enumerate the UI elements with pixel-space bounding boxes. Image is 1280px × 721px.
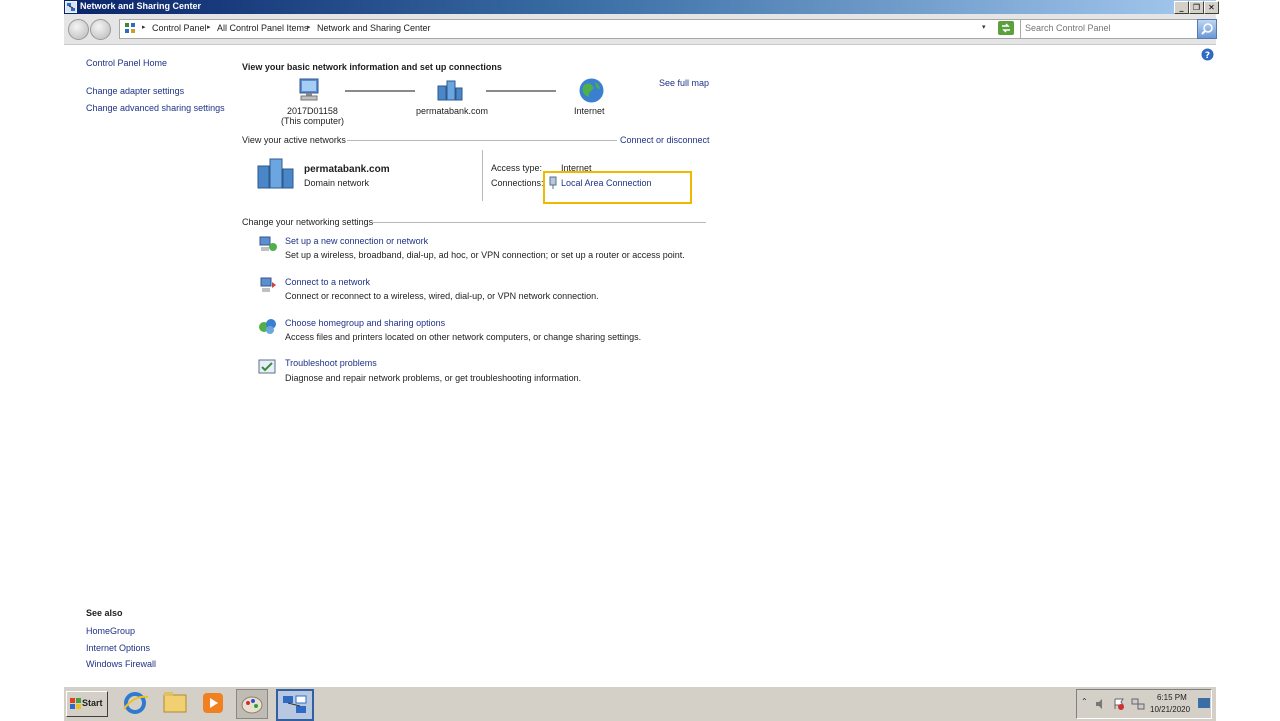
access-type-label: Access type: xyxy=(491,163,543,173)
change-adapter-settings-link[interactable]: Change adapter settings xyxy=(86,86,184,96)
internet-explorer-icon[interactable] xyxy=(120,689,150,717)
task-homegroup-desc: Access files and printers located on oth… xyxy=(285,332,642,342)
start-button[interactable]: Start xyxy=(66,691,108,717)
search-input[interactable] xyxy=(1021,20,1199,36)
computer-icon[interactable] xyxy=(296,78,324,102)
task-setup-connection-link[interactable]: Set up a new connection or network xyxy=(285,236,428,246)
task-troubleshoot-link[interactable]: Troubleshoot problems xyxy=(285,358,377,368)
windows-firewall-link[interactable]: Windows Firewall xyxy=(86,659,156,669)
computer-subtitle: (This computer) xyxy=(281,116,345,126)
active-network-name: permatabank.com xyxy=(304,164,390,175)
homegroup-link[interactable]: HomeGroup xyxy=(86,626,135,636)
section-divider xyxy=(373,222,706,223)
magnifier-icon xyxy=(1201,23,1213,35)
task-connect-network-link[interactable]: Connect to a network xyxy=(285,277,370,287)
system-tray: ⌃ 6:15 PM 10/21/2020 xyxy=(1076,689,1212,719)
see-also-heading: See also xyxy=(86,608,123,618)
control-panel-icon xyxy=(125,23,135,33)
task-homegroup-link[interactable]: Choose homegroup and sharing options xyxy=(285,318,445,328)
section-divider xyxy=(347,140,617,141)
close-button[interactable]: ✕ xyxy=(1204,1,1219,14)
task-troubleshoot-desc: Diagnose and repair network problems, or… xyxy=(285,373,582,383)
taskbar: Start ⌃ 6:15 PM 10/21/2020 xyxy=(64,686,1216,721)
window-title-bar[interactable]: Network and Sharing Center _ ❐ ✕ xyxy=(64,0,1219,14)
vertical-divider xyxy=(482,150,483,201)
breadcrumb-all-items[interactable]: All Control Panel Items xyxy=(217,23,309,33)
task-setup-connection-desc: Set up a wireless, broadband, dial-up, a… xyxy=(285,250,685,260)
address-toolbar: ▸ Control Panel ▸ All Control Panel Item… xyxy=(64,14,1217,45)
back-button[interactable] xyxy=(68,19,89,40)
chevron-right-icon[interactable]: ▸ xyxy=(307,23,311,31)
connect-or-disconnect-link[interactable]: Connect or disconnect xyxy=(620,135,710,145)
domain-network-icon[interactable] xyxy=(436,78,464,102)
chevron-right-icon[interactable]: ▸ xyxy=(142,23,146,31)
show-desktop-icon[interactable] xyxy=(1198,698,1210,708)
troubleshoot-icon xyxy=(258,359,276,374)
change-settings-heading: Change your networking settings xyxy=(242,217,374,227)
breadcrumb-network-center[interactable]: Network and Sharing Center xyxy=(317,23,431,33)
connection-line xyxy=(345,90,415,92)
control-panel-home-link[interactable]: Control Panel Home xyxy=(86,58,167,68)
connections-label: Connections: xyxy=(491,178,544,188)
internet-label: Internet xyxy=(574,106,605,116)
address-box[interactable]: ▸ Control Panel ▸ All Control Panel Item… xyxy=(119,19,1033,39)
svg-text:?: ? xyxy=(1205,51,1210,61)
internet-options-link[interactable]: Internet Options xyxy=(86,643,150,653)
start-label: Start xyxy=(82,698,103,708)
setup-connection-icon xyxy=(259,236,277,251)
globe-icon[interactable] xyxy=(578,77,605,104)
task-connect-network-desc: Connect or reconnect to a wireless, wire… xyxy=(285,291,599,301)
active-networks-heading: View your active networks xyxy=(242,135,346,145)
refresh-icon[interactable] xyxy=(998,21,1014,35)
network-center-icon xyxy=(65,1,77,13)
action-center-icon[interactable] xyxy=(1113,698,1125,710)
search-icon[interactable] xyxy=(1197,19,1217,39)
breadcrumb-control-panel[interactable]: Control Panel xyxy=(152,23,207,33)
chevron-down-icon[interactable]: ▾ xyxy=(982,23,986,31)
page-heading: View your basic network information and … xyxy=(242,62,502,72)
domain-network-icon xyxy=(257,158,294,189)
active-network-type: Domain network xyxy=(304,178,370,188)
minimize-button[interactable]: _ xyxy=(1174,1,1189,14)
network-center-taskbar-icon[interactable] xyxy=(276,689,314,721)
paint-icon[interactable] xyxy=(236,689,268,719)
highlight-box xyxy=(543,171,692,204)
change-advanced-sharing-link[interactable]: Change advanced sharing settings xyxy=(86,103,225,113)
clock-date[interactable]: 10/21/2020 xyxy=(1150,705,1190,714)
see-full-map-link[interactable]: See full map xyxy=(659,78,709,88)
search-box[interactable] xyxy=(1020,19,1200,39)
network-tray-icon[interactable] xyxy=(1131,698,1145,710)
homegroup-icon xyxy=(259,319,276,334)
window-title: Network and Sharing Center xyxy=(80,1,202,11)
volume-icon[interactable] xyxy=(1095,698,1107,710)
file-explorer-icon[interactable] xyxy=(160,689,190,717)
connect-network-icon xyxy=(260,277,276,292)
help-icon[interactable]: ? xyxy=(1201,48,1214,61)
forward-button[interactable] xyxy=(90,19,111,40)
show-hidden-icons-chevron-up-icon[interactable]: ⌃ xyxy=(1081,697,1088,706)
network-name: permatabank.com xyxy=(416,106,489,116)
connection-line xyxy=(486,90,556,92)
computer-name: 2017D01158 xyxy=(287,106,338,116)
chevron-right-icon[interactable]: ▸ xyxy=(207,23,211,31)
media-player-icon[interactable] xyxy=(198,689,228,717)
restore-button[interactable]: ❐ xyxy=(1189,1,1204,14)
windows-logo-icon xyxy=(70,698,81,709)
clock-time[interactable]: 6:15 PM xyxy=(1157,693,1187,702)
